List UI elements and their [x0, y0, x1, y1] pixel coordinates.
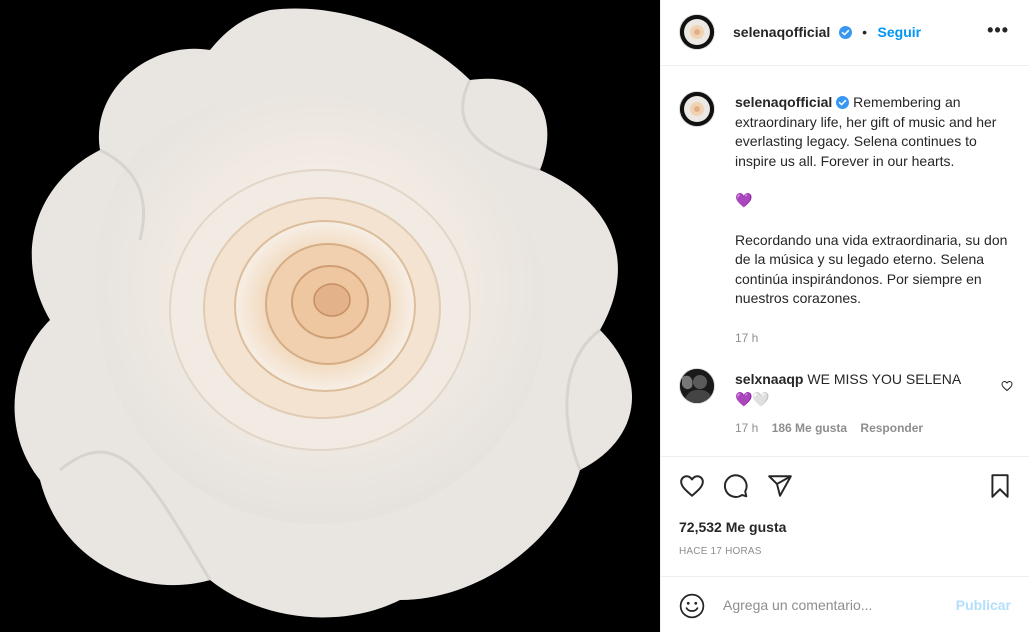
separator-dot: • [862, 24, 868, 40]
save-bookmark-icon[interactable] [987, 473, 1013, 499]
comment-bubble-icon[interactable] [723, 473, 749, 499]
comment-composer: Publicar [661, 576, 1029, 632]
commenter-username[interactable]: selxnaaqp [735, 371, 803, 387]
caption-body: selenaqofficial Remembering an extraordi… [735, 93, 1011, 348]
publish-button[interactable]: Publicar [956, 597, 1011, 613]
post-details-panel: selenaqofficial • Seguir ••• selenaqoffi… [660, 0, 1029, 632]
author-username[interactable]: selenaqofficial [733, 24, 830, 40]
comment-body: selxnaaqp WE MISS YOU SELENA 💜🤍 17 h 186… [735, 370, 985, 439]
verified-badge-icon [836, 96, 850, 109]
post-timestamp[interactable]: HACE 17 HORAS [679, 546, 762, 557]
rose-avatar-icon [680, 92, 714, 126]
verified-badge-icon [838, 26, 852, 39]
like-heart-icon[interactable] [679, 473, 705, 499]
caption-text-es: Recordando una vida extraordinaria, su d… [735, 231, 1008, 307]
post-actions: 72,532 Me gusta HACE 17 HORAS [661, 456, 1029, 576]
comment-text: WE MISS YOU SELENA [807, 371, 962, 387]
caption-time[interactable]: 17 h [735, 329, 1011, 349]
post-header: selenaqofficial • Seguir ••• [661, 0, 1029, 66]
comment-input[interactable] [723, 595, 943, 615]
caption-english: selenaqofficial Remembering an extraordi… [735, 93, 1011, 171]
user-photo-icon [680, 369, 714, 403]
rose-avatar-icon [680, 15, 714, 49]
caption-avatar[interactable] [679, 91, 715, 127]
comment-like-heart-icon[interactable] [1001, 380, 1013, 392]
white-rose-image [0, 0, 660, 632]
post-image[interactable] [0, 0, 660, 632]
comment-emojis: 💜🤍 [735, 390, 770, 407]
comment-time[interactable]: 17 h [735, 421, 758, 435]
caption-emoji: 💜 [735, 192, 753, 208]
share-paper-plane-icon[interactable] [767, 473, 793, 499]
reply-button[interactable]: Responder [860, 421, 923, 435]
comment-meta: 17 h 186 Me gusta Responder [735, 419, 985, 439]
comment-likes[interactable]: 186 Me gusta [772, 421, 847, 435]
emoji-smiley-icon[interactable] [679, 593, 705, 619]
caption-username[interactable]: selenaqofficial [735, 94, 832, 110]
more-options-button[interactable]: ••• [987, 20, 1009, 41]
follow-button[interactable]: Seguir [878, 24, 922, 40]
commenter-avatar[interactable] [679, 368, 715, 404]
likes-count[interactable]: 72,532 Me gusta [679, 519, 786, 535]
author-avatar[interactable] [679, 14, 715, 50]
